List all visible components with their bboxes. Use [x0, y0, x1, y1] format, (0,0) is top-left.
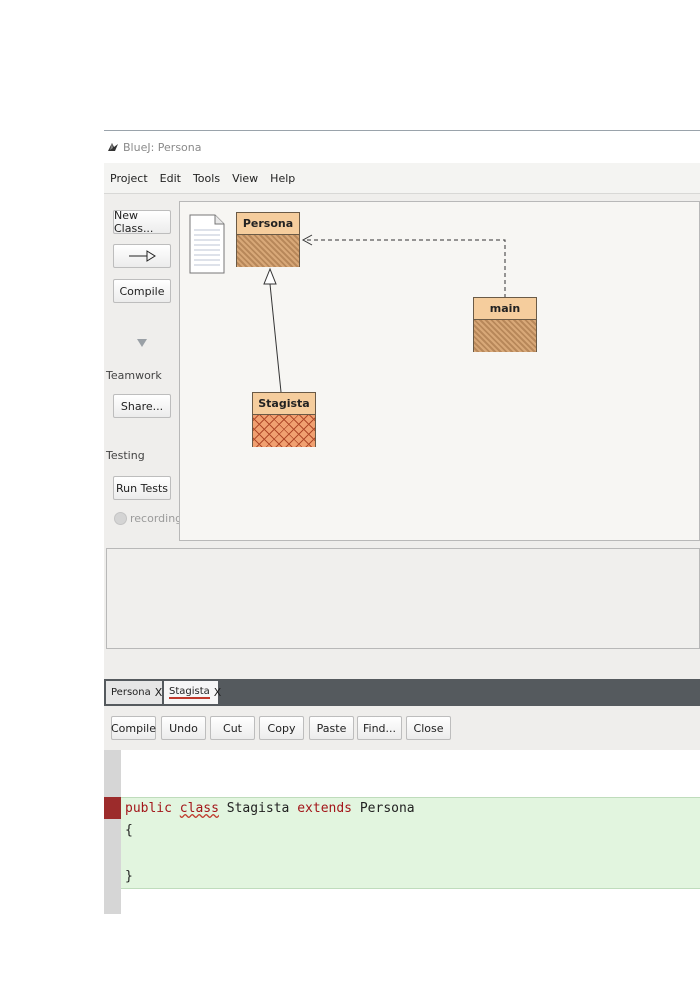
code-line-close-brace: }	[125, 869, 133, 884]
editor-gutter	[104, 750, 121, 914]
class-scope-block: public class Stagista extends Persona { …	[121, 797, 700, 889]
new-arrow-button[interactable]	[113, 244, 171, 268]
teamwork-label: Teamwork	[106, 369, 162, 382]
menu-edit[interactable]: Edit	[160, 172, 181, 185]
bluej-window: BlueJ: Persona Project Edit Tools View H…	[104, 130, 700, 914]
recording-indicator: recording	[114, 512, 182, 525]
editor-find-button[interactable]: Find...	[357, 716, 402, 740]
readme-document-icon[interactable]	[189, 214, 225, 274]
run-tests-button[interactable]: Run Tests	[113, 476, 171, 500]
testing-label: Testing	[106, 449, 145, 462]
menu-project[interactable]: Project	[110, 172, 148, 185]
tab-persona[interactable]: Persona X	[106, 681, 162, 704]
inheritance-line	[269, 283, 282, 393]
class-diagram-canvas[interactable]: Persona main Stagista	[179, 201, 700, 541]
editor-toolbar: Compile Undo Cut Copy Paste Find... Clos…	[104, 706, 700, 751]
tab-stagista-label: Stagista	[169, 686, 210, 699]
keyword-extends: extends	[297, 801, 353, 816]
editor-close-button[interactable]: Close	[406, 716, 451, 740]
editor-tab-bar: Persona X Stagista X	[104, 679, 700, 706]
menu-view[interactable]: View	[232, 172, 258, 185]
class-main[interactable]: main	[473, 297, 537, 352]
superclass-name: Persona	[359, 801, 415, 816]
editor-copy-button[interactable]: Copy	[259, 716, 304, 740]
class-persona-body	[237, 235, 299, 267]
editor-paste-button[interactable]: Paste	[309, 716, 354, 740]
tab-persona-close-icon[interactable]: X	[155, 686, 163, 699]
share-button[interactable]: Share...	[113, 394, 171, 418]
window-title: BlueJ: Persona	[123, 140, 202, 154]
keyword-public: public	[125, 801, 172, 816]
recording-label: recording	[130, 512, 183, 525]
dependency-arrow	[304, 239, 506, 298]
class-main-name: main	[474, 298, 536, 320]
triangle-down-icon[interactable]	[137, 339, 147, 347]
class-stagista-name: Stagista	[253, 393, 315, 415]
code-editor[interactable]: public class Stagista extends Persona { …	[104, 750, 700, 914]
editor-compile-button[interactable]: Compile	[111, 716, 156, 740]
menu-tools[interactable]: Tools	[193, 172, 220, 185]
error-marker-icon[interactable]	[104, 797, 121, 819]
class-persona[interactable]: Persona	[236, 212, 300, 267]
tab-stagista[interactable]: Stagista X	[164, 681, 221, 704]
title-bar: BlueJ: Persona	[104, 131, 700, 163]
tab-persona-label: Persona	[111, 687, 151, 698]
bluej-bird-icon	[108, 143, 118, 151]
compile-project-button[interactable]: Compile	[113, 279, 171, 303]
menu-bar: Project Edit Tools View Help	[104, 163, 700, 194]
class-name: Stagista	[226, 801, 290, 816]
editor-cut-button[interactable]: Cut	[210, 716, 255, 740]
inheritance-arrowhead	[263, 267, 277, 285]
message-area	[106, 548, 700, 649]
code-line-declaration: public class Stagista extends Persona	[125, 801, 415, 816]
code-line-open-brace: {	[125, 823, 133, 838]
tab-stagista-close-icon[interactable]: X	[214, 686, 222, 699]
editor-undo-button[interactable]: Undo	[161, 716, 206, 740]
inheritance-arrow-icon	[129, 250, 156, 262]
class-main-body	[474, 320, 536, 352]
keyword-class: class	[179, 801, 219, 816]
class-persona-name: Persona	[237, 213, 299, 235]
class-stagista[interactable]: Stagista	[252, 392, 316, 447]
menu-help[interactable]: Help	[270, 172, 295, 185]
class-stagista-body	[253, 415, 315, 447]
record-dot-icon	[114, 512, 127, 525]
new-class-button[interactable]: New Class...	[113, 209, 171, 235]
